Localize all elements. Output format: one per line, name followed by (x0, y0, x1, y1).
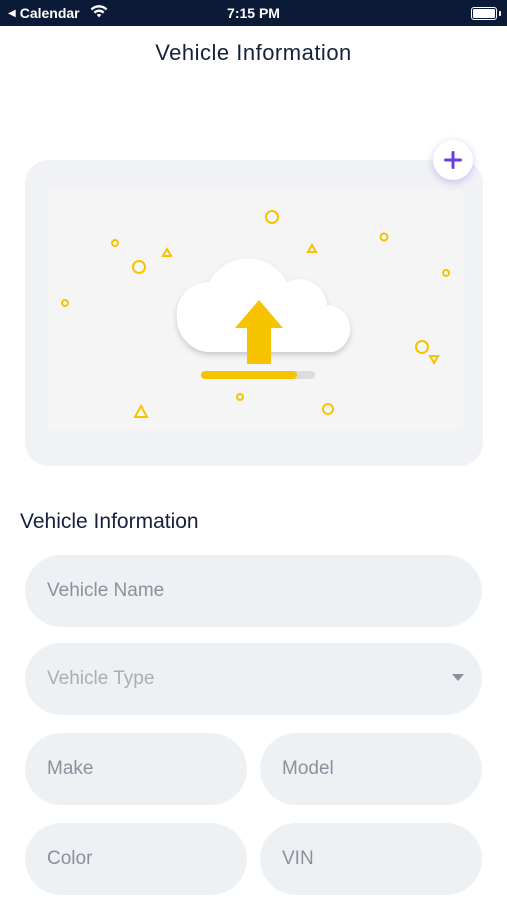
section-title: Vehicle Information (20, 510, 199, 533)
make-field[interactable]: Make (25, 733, 247, 805)
plus-icon (444, 151, 462, 169)
model-placeholder: Model (282, 758, 334, 779)
chevron-down-icon (452, 674, 464, 681)
image-upload-area[interactable] (25, 160, 483, 466)
page-title: Vehicle Information (155, 40, 352, 65)
vehicle-type-select[interactable]: Vehicle Type (25, 643, 482, 715)
status-bar: ◀ Calendar 7:15 PM (0, 0, 507, 26)
battery-icon (471, 7, 497, 20)
make-placeholder: Make (47, 758, 94, 779)
vehicle-name-placeholder: Vehicle Name (47, 580, 165, 601)
add-photo-button[interactable] (433, 140, 473, 180)
model-field[interactable]: Model (260, 733, 482, 805)
color-placeholder: Color (47, 848, 93, 869)
upload-progress-bar (201, 371, 297, 379)
cloud-upload-icon (61, 210, 450, 418)
vehicle-name-field[interactable]: Vehicle Name (25, 555, 482, 627)
status-time: 7:15 PM (227, 5, 280, 21)
color-field[interactable]: Color (25, 823, 247, 895)
vin-field[interactable]: VIN (260, 823, 482, 895)
battery-cap (499, 11, 501, 16)
vin-placeholder: VIN (282, 848, 314, 869)
vehicle-type-placeholder: Vehicle Type (47, 668, 155, 689)
